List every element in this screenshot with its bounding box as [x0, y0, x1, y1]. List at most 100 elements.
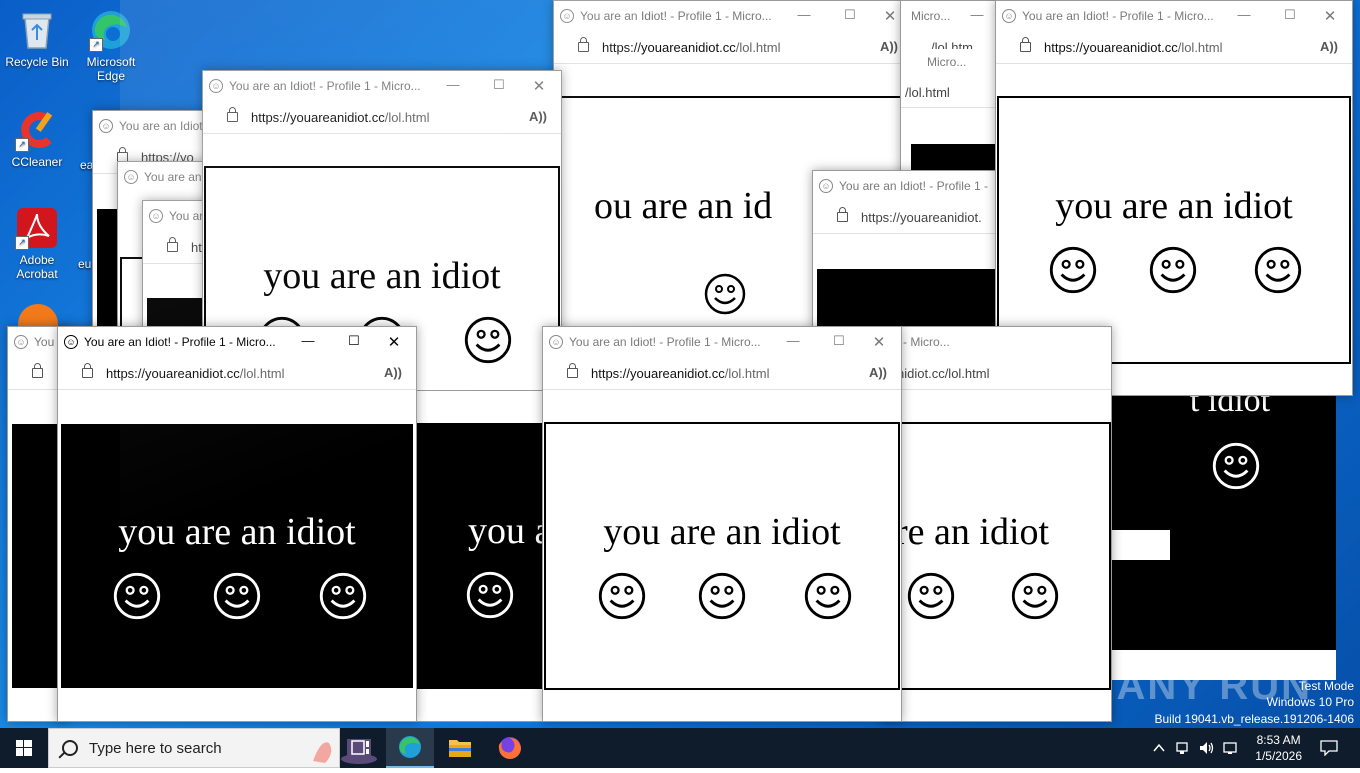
ccleaner-icon: ↗ — [15, 108, 59, 152]
title-bar[interactable]: Micro... — [901, 49, 1001, 75]
address-bar[interactable]: https://youareanidiot.cc/lol.html A)) — [543, 357, 901, 390]
maximize-icon[interactable]: ☐ — [1280, 7, 1300, 23]
read-aloud-icon[interactable]: A)) — [384, 365, 402, 380]
window-title: You are an Idiot! - Profile 1 - Micro... — [569, 335, 761, 349]
url-host: https://youareanidiot.cc — [602, 40, 736, 55]
close-icon[interactable]: ✕ — [529, 77, 549, 95]
url-text[interactable]: https://youareanidiot.cc/lol.html — [591, 366, 770, 381]
taskbar-search-box[interactable]: Type here to search — [48, 728, 377, 768]
address-bar[interactable]: /lol.html — [901, 77, 1001, 108]
desktop-icon-recycle-bin[interactable]: Recycle Bin — [0, 8, 74, 69]
shortcut-arrow-icon: ↗ — [15, 236, 29, 250]
close-icon[interactable]: ✕ — [1320, 7, 1340, 25]
desktop-icon-edge[interactable]: ↗ Microsoft Edge — [74, 8, 148, 83]
search-icon — [62, 740, 78, 756]
title-bar[interactable]: ☺ You are an Idiot! - Profile 1 - Micro.… — [554, 1, 912, 31]
minimize-icon[interactable]: — — [443, 77, 463, 92]
volume-icon[interactable] — [1198, 740, 1216, 756]
idiot-panel: you are an idiot — [997, 96, 1351, 364]
smiley-face-icon — [213, 572, 261, 620]
minimize-icon[interactable]: — — [298, 333, 318, 348]
window-title: You are an Idiot! - Profile 1 - Micro... — [229, 79, 421, 93]
smiley-face-icon — [1011, 572, 1059, 620]
read-aloud-icon[interactable]: A)) — [869, 365, 887, 380]
address-bar[interactable]: https://youareanidiot.cc/lol.html A)) — [203, 101, 561, 134]
folder-icon — [449, 740, 471, 757]
taskbar-edge[interactable] — [386, 728, 434, 768]
url-text[interactable]: https://youareanidiot.cc/lol.html — [106, 366, 285, 381]
maximize-icon[interactable]: ☐ — [840, 7, 860, 23]
address-bar[interactable]: https://youareanidiot.cc/lol.html A)) — [554, 31, 912, 64]
url-text[interactable]: https://youareanidiot. — [861, 210, 982, 225]
smiley-face-icon — [698, 572, 746, 620]
address-bar[interactable]: nidiot.cc/lol.html — [881, 357, 1111, 390]
title-bar[interactable]: ☺ You are an Idiot! - Profile 1 - Micro.… — [58, 327, 416, 357]
idiot-headline: re an idiot — [895, 511, 1050, 553]
recycle-bin-icon — [15, 8, 59, 52]
desktop-icon-acrobat[interactable]: ↗ Adobe Acrobat — [0, 206, 74, 281]
read-aloud-icon[interactable]: A)) — [529, 109, 547, 124]
url-text[interactable]: nidiot.cc/lol.html — [897, 366, 989, 381]
address-bar[interactable]: https://youareanidiot.cc/lol.html A)) — [996, 31, 1352, 64]
browser-window-active[interactable]: ☺ You are an Idiot! - Profile 1 - Micro.… — [57, 326, 417, 722]
browser-window[interactable]: ☺ You are an Idiot! - Profile 1 - https:… — [812, 170, 1004, 332]
task-view-button[interactable] — [336, 728, 384, 768]
firefox-icon — [498, 737, 521, 759]
minimize-icon[interactable]: — — [783, 333, 803, 348]
browser-window[interactable]: ☺ You are an Idiot! - Profile 1 - Micro.… — [542, 326, 902, 722]
maximize-icon[interactable]: ☐ — [489, 77, 509, 93]
close-icon[interactable]: ✕ — [384, 333, 404, 351]
idiot-headline: you are an idiot — [263, 255, 501, 297]
url-host: https://youareanidiot.cc — [251, 110, 385, 125]
browser-window[interactable]: you a — [415, 390, 557, 722]
smiley-face-icon — [704, 273, 746, 315]
url-text[interactable]: https://youareanidiot.cc/lol.html — [602, 40, 781, 55]
browser-window[interactable]: 1 - Micro... nidiot.cc/lol.html re an id… — [880, 326, 1112, 722]
page-white-gap — [1110, 530, 1170, 560]
taskbar-firefox[interactable] — [486, 728, 534, 768]
title-bar[interactable]: Micro... — — [901, 1, 1001, 31]
smiley-favicon-icon: ☺ — [209, 79, 223, 93]
title-bar[interactable]: ☺ You are an Idiot! - Profile 1 - Micro.… — [203, 71, 561, 101]
close-icon[interactable]: ✕ — [869, 333, 889, 351]
title-bar[interactable]: ☺ You are an Idiot! - Profile 1 - Micro.… — [996, 1, 1352, 31]
minimize-icon[interactable]: — — [794, 7, 814, 22]
url-text[interactable]: /lol.html — [905, 85, 950, 100]
title-bar[interactable]: 1 - Micro... — [881, 327, 1111, 357]
chevron-up-icon[interactable] — [1152, 742, 1166, 754]
address-bar[interactable]: https://youareanidiot. — [813, 201, 1003, 234]
firefox-desktop-icon-partial[interactable] — [18, 304, 58, 328]
read-aloud-icon[interactable]: A)) — [1320, 39, 1338, 54]
url-host: https://youareanidiot.cc — [1044, 40, 1178, 55]
smiley-favicon-icon: ☺ — [1002, 9, 1016, 23]
network-icon[interactable] — [1222, 740, 1240, 756]
url-text[interactable]: https://youareanidiot.cc/lol.html — [1044, 40, 1223, 55]
system-tray — [1148, 728, 1246, 768]
edge-icon — [399, 736, 421, 758]
lock-icon — [1020, 37, 1031, 52]
network-device-icon[interactable] — [1174, 740, 1190, 756]
title-bar[interactable]: ☺ You are an Idiot! - Profile 1 - Micro.… — [543, 327, 901, 357]
window-title: You — [34, 335, 55, 349]
url-text[interactable]: https://youareanidiot.cc/lol.html — [251, 110, 430, 125]
notification-icon[interactable] — [1320, 740, 1338, 756]
lock-icon — [578, 37, 589, 52]
minimize-icon[interactable]: — — [967, 7, 987, 22]
address-bar[interactable]: https://youareanidiot.cc/lol.html A)) — [58, 357, 416, 390]
desktop-icon-label: CCleaner — [11, 155, 63, 169]
maximize-icon[interactable]: ☐ — [344, 333, 364, 349]
url-text[interactable]: ht — [191, 240, 202, 255]
taskbar-file-explorer[interactable] — [436, 728, 484, 768]
lock-icon — [837, 207, 848, 222]
start-button[interactable] — [0, 728, 48, 768]
taskbar-clock[interactable]: 8:53 AM 1/5/2026 — [1255, 732, 1302, 764]
minimize-icon[interactable]: — — [1234, 7, 1254, 22]
desktop-icon-ccleaner[interactable]: ↗ CCleaner — [0, 108, 74, 169]
maximize-icon[interactable]: ☐ — [829, 333, 849, 349]
read-aloud-icon[interactable]: A)) — [880, 39, 898, 54]
lock-icon — [82, 363, 93, 378]
browser-window[interactable]: t idiot — [1100, 380, 1336, 680]
desktop-icon-label: Adobe Acrobat — [16, 253, 58, 281]
close-icon[interactable]: ✕ — [880, 7, 900, 25]
title-bar[interactable]: ☺ You are an Idiot! - Profile 1 - — [813, 171, 1003, 201]
